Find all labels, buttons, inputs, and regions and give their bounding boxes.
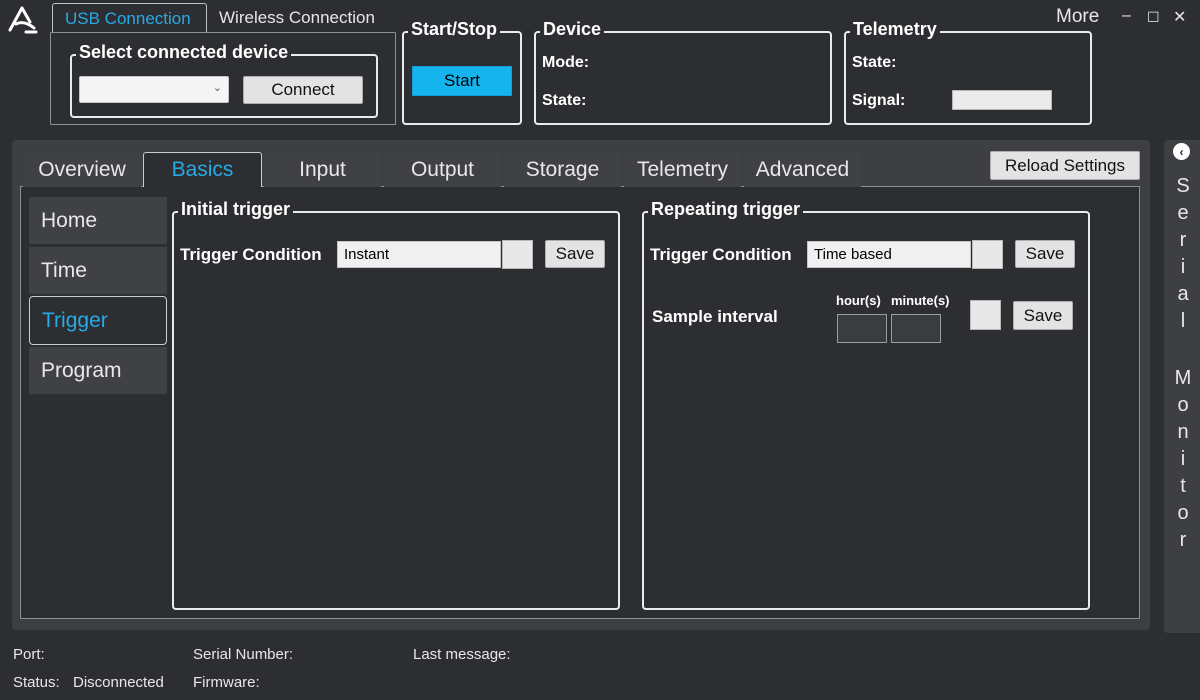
repeating-trigger-title: Repeating trigger xyxy=(648,199,804,220)
repeating-trigger-group: Repeating trigger xyxy=(642,199,1090,610)
connect-button[interactable]: Connect xyxy=(243,76,363,104)
telemetry-title: Telemetry xyxy=(850,19,940,40)
initial-trigger-condition-field[interactable]: Instant xyxy=(337,241,501,268)
serial-monitor-letter: t xyxy=(1180,475,1186,497)
repeating-trigger-condition-label: Trigger Condition xyxy=(650,245,792,264)
maximize-icon[interactable]: ☐ xyxy=(1147,9,1160,26)
hours-label: hour(s) xyxy=(836,293,881,308)
tab-input[interactable]: Input xyxy=(264,153,381,187)
start-stop-title: Start/Stop xyxy=(408,19,501,40)
telemetry-signal-label: Signal: xyxy=(852,92,906,109)
tab-output[interactable]: Output xyxy=(384,153,501,187)
start-button[interactable]: Start xyxy=(412,66,512,96)
serial-monitor-letter: o xyxy=(1177,502,1189,524)
tab-overview[interactable]: Overview xyxy=(23,153,141,187)
minutes-input[interactable] xyxy=(891,314,941,343)
device-state-label: State: xyxy=(542,92,587,109)
last-message-label: Last message: xyxy=(413,646,511,663)
serial-monitor-letter: n xyxy=(1177,421,1189,443)
initial-trigger-condition-dropdown[interactable] xyxy=(502,240,533,269)
serial-monitor-letter: a xyxy=(1177,283,1189,305)
minimize-icon[interactable]: – xyxy=(1122,7,1131,25)
serial-monitor-letter: i xyxy=(1180,256,1186,278)
device-title: Device xyxy=(540,19,605,40)
serial-monitor-letter: o xyxy=(1177,394,1189,416)
select-device-title: Select connected device xyxy=(76,42,292,63)
telemetry-state-label: State: xyxy=(852,54,897,71)
sample-interval-checkbox[interactable] xyxy=(970,300,1001,330)
initial-trigger-title: Initial trigger xyxy=(178,199,294,220)
serial-monitor-letter: i xyxy=(1180,448,1186,470)
tab-telemetry[interactable]: Telemetry xyxy=(624,153,741,187)
initial-trigger-group: Initial trigger xyxy=(172,199,620,610)
sample-interval-label: Sample interval xyxy=(652,307,778,326)
firmware-label: Firmware: xyxy=(193,674,260,691)
chevron-left-icon[interactable]: ‹ xyxy=(1173,143,1190,160)
hours-input[interactable] xyxy=(837,314,887,343)
chevron-down-icon: ⌄ xyxy=(212,82,222,94)
tab-basics[interactable]: Basics xyxy=(143,152,262,187)
serial-monitor-letter: l xyxy=(1180,310,1186,332)
serial-monitor-letter: M xyxy=(1174,367,1192,389)
serial-monitor-letter: S xyxy=(1176,175,1190,197)
status-label: Status: xyxy=(13,674,60,691)
telemetry-group: Telemetry xyxy=(844,19,1092,125)
tab-usb-connection[interactable]: USB Connection xyxy=(52,3,207,33)
repeating-trigger-condition-field[interactable]: Time based xyxy=(807,241,971,268)
tab-wireless-connection[interactable]: Wireless Connection xyxy=(207,3,397,33)
serial-monitor-letter: r xyxy=(1179,229,1187,251)
serial-monitor-letter: r xyxy=(1179,529,1187,551)
reload-settings-button[interactable]: Reload Settings xyxy=(990,151,1140,180)
sidebar-item-trigger[interactable]: Trigger xyxy=(29,296,167,345)
repeating-trigger-condition-dropdown[interactable] xyxy=(972,240,1003,269)
tab-storage[interactable]: Storage xyxy=(504,153,621,187)
sidebar-item-home[interactable]: Home xyxy=(29,197,167,244)
port-label: Port: xyxy=(13,646,45,663)
device-select[interactable]: ⌄ xyxy=(79,76,229,103)
close-icon[interactable]: ✕ xyxy=(1173,7,1186,27)
initial-trigger-condition-label: Trigger Condition xyxy=(180,245,322,264)
tab-advanced[interactable]: Advanced xyxy=(744,153,861,187)
sidebar-item-time[interactable]: Time xyxy=(29,247,167,294)
serial-monitor-letter: e xyxy=(1177,202,1189,224)
sidebar-item-program[interactable]: Program xyxy=(29,347,167,394)
sample-interval-save-button[interactable]: Save xyxy=(1013,301,1073,330)
device-group: Device xyxy=(534,19,832,125)
minutes-label: minute(s) xyxy=(891,293,950,308)
initial-trigger-save-button[interactable]: Save xyxy=(545,240,605,268)
device-mode-label: Mode: xyxy=(542,54,590,71)
repeating-trigger-save-button[interactable]: Save xyxy=(1015,240,1075,268)
more-menu[interactable]: More xyxy=(1056,6,1099,28)
status-value: Disconnected xyxy=(73,674,164,691)
signal-strength-bar xyxy=(952,90,1052,110)
app-logo-icon xyxy=(8,6,38,34)
serial-number-label: Serial Number: xyxy=(193,646,294,663)
